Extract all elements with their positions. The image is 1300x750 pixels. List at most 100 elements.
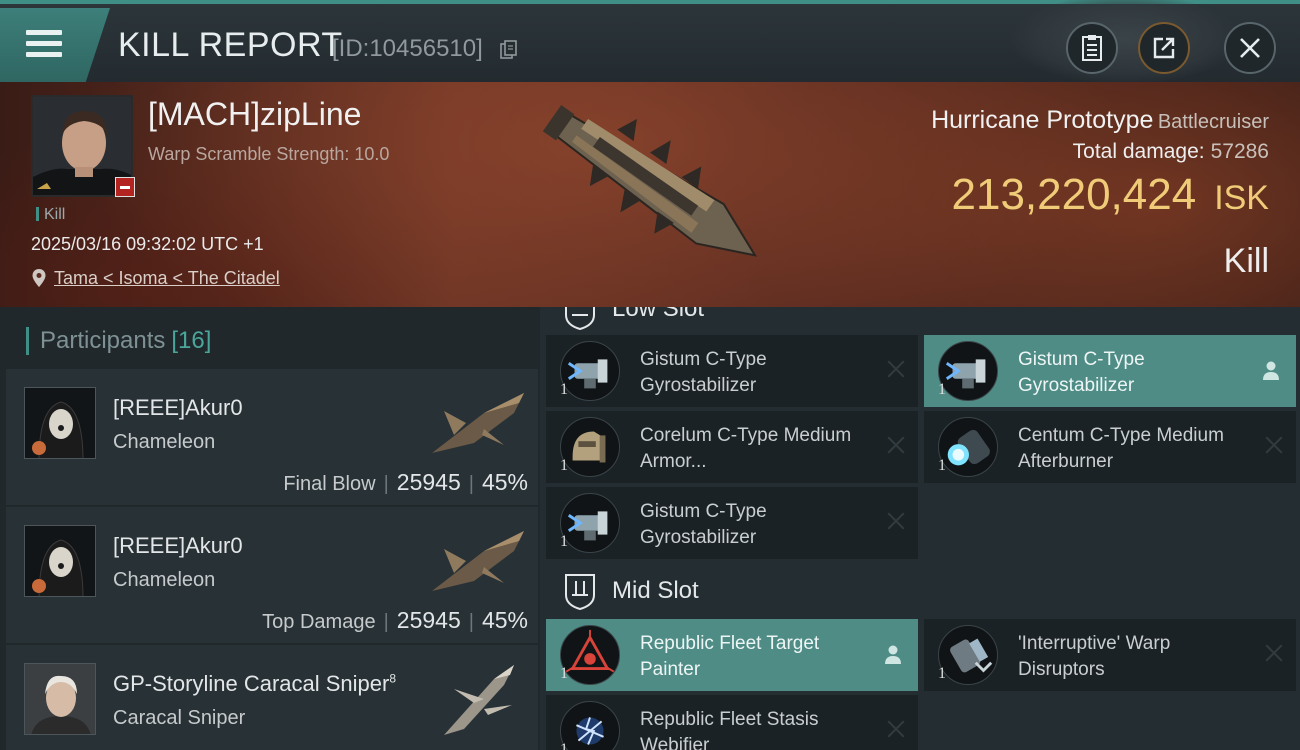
kill-timestamp: 2025/03/16 09:32:02 UTC +1 [31,234,264,254]
isk-amount: 213,220,424 [951,170,1197,219]
mid-slot-icon [565,574,595,611]
isk-value: 213,220,424 ISK [952,170,1270,220]
module-qty: 1 [560,741,568,750]
kill-location-link[interactable]: Tama < Isoma < The Citadel [54,268,280,289]
participant-row[interactable]: [REEE]Akur0 Chameleon Final Blow | 25945 | 4… [6,369,538,505]
module-item[interactable]: 1 Gistum C-Type Gyrostabilizer [546,487,918,559]
module-name: Republic Fleet Stasis Webifier [640,709,819,750]
module-item[interactable]: 1 Corelum C-Type Medium Armor... [546,411,918,483]
participant-tag: Final Blow [283,473,376,495]
total-damage: Total damage: 57286 [1073,140,1269,164]
low-slot-label: Low Slot [612,307,705,322]
participant-ship: Caracal Sniper [113,707,246,729]
module-name: Gistum C-Type Gyrostabilizer [1018,349,1145,396]
victim-subtitle: Warp Scramble Strength: 10.0 [148,144,390,164]
kill-summary: [MACH]zipLine Warp Scramble Strength: 10… [0,82,1300,307]
share-button[interactable] [1138,22,1190,74]
participant-damage: 25945 [396,469,461,495]
avatar [24,387,96,459]
fitting-panel: Low Slot 1 Gistum C-Type Gyrostabilizer … [540,307,1300,750]
warp-disruptor-icon [938,625,998,685]
user-icon [885,645,901,664]
module-item[interactable]: 1 Centum C-Type Medium Afterburner [924,411,1296,483]
module-qty: 1 [938,381,946,398]
remove-icon [886,511,906,531]
header-decoration [1010,0,1240,84]
total-damage-label: Total damage: [1072,140,1205,163]
close-icon [1240,38,1260,58]
participant-stats: Top Damage | 25945 | 45% [262,607,528,633]
module-qty: 1 [560,533,568,550]
participants-title: Participants [16] [26,327,211,355]
participant-row[interactable]: GP-Storyline Caracal Sniper8 Caracal Sni… [6,645,538,750]
low-slot-icon [565,307,595,331]
kill-tag: Kill [36,206,65,224]
module-item-selected[interactable]: 1 Republic Fleet Target Painter [546,619,918,691]
module-name: Corelum C-Type Medium Armor... [640,425,852,472]
isk-unit: ISK [1214,179,1269,217]
participant-ship-image [432,531,524,591]
module-item[interactable]: 1 Gistum C-Type Gyrostabilizer [546,335,918,407]
participant-name[interactable]: GP-Storyline Caracal Sniper8 [113,671,396,697]
gyrostabilizer-icon [560,341,620,401]
module-item-selected[interactable]: 1 Gistum C-Type Gyrostabilizer [924,335,1296,407]
gyrostabilizer-icon [938,341,998,401]
avatar [24,525,96,597]
ship-name: Hurricane Prototype Battlecruiser [931,106,1269,135]
gyrostabilizer-icon [560,493,620,553]
total-damage-value: 57286 [1210,140,1269,163]
ship-type[interactable]: Hurricane Prototype [931,106,1153,134]
stasis-webifier-icon [560,701,620,750]
participant-ship-image [432,393,524,453]
participant-name[interactable]: [REEE]Akur0 [113,533,243,559]
armor-repairer-icon [560,417,620,477]
participant-tag: Top Damage [262,611,376,633]
remove-icon [886,719,906,739]
mid-slot-label: Mid Slot [612,577,699,604]
location-pin-icon [32,269,46,287]
participant-ship: Chameleon [113,431,216,453]
participant-damage: 25945 [396,607,461,633]
module-item[interactable]: 1 Republic Fleet Stasis Webifier [546,695,918,750]
participant-percent: 45% [481,607,528,633]
participant-row[interactable]: [REEE]Akur0 Chameleon Top Damage | 25945 | 4… [6,507,538,643]
remove-icon [886,435,906,455]
participants-panel: Participants [16] [REEE]Akur0 Chameleon F… [0,307,540,750]
module-name: 'Interruptive' Warp Disruptors [1018,633,1171,680]
avatar [24,663,96,735]
clipboard-button[interactable] [1066,22,1118,74]
user-icon [1263,361,1279,380]
participant-stats: Final Blow | 25945 | 45% [283,469,528,495]
module-item[interactable]: 1 'Interruptive' Warp Disruptors [924,619,1296,691]
remove-icon [1264,643,1284,663]
remove-icon [115,177,135,197]
share-icon [1153,37,1175,59]
module-name: Gistum C-Type Gyrostabilizer [640,501,767,548]
remove-icon [1264,435,1284,455]
module-qty: 1 [560,457,568,474]
participant-ship: Chameleon [113,569,216,591]
participant-ship-image [444,665,514,735]
menu-button[interactable] [0,8,110,82]
kill-result: Kill [1223,242,1269,280]
participants-count: [16] [171,327,212,354]
report-id: [ID:10456510] [332,35,483,62]
module-name: Republic Fleet Target Painter [640,633,820,680]
remove-icon [886,359,906,379]
module-name: Gistum C-Type Gyrostabilizer [640,349,767,396]
ship-class: Battlecruiser [1157,111,1269,133]
module-name: Centum C-Type Medium Afterburner [1018,425,1224,472]
module-qty: 1 [938,665,946,682]
module-qty: 1 [938,457,946,474]
participant-percent: 45% [481,469,528,495]
participant-name[interactable]: [REEE]Akur0 [113,395,243,421]
victim-name[interactable]: [MACH]zipLine [148,96,361,133]
target-painter-icon [560,625,620,685]
ship-render [542,105,758,257]
clipboard-icon [1082,35,1102,61]
module-qty: 1 [560,665,568,682]
close-button[interactable] [1224,22,1276,74]
top-bar: KILL REPORT [ID:10456510] [0,0,1300,84]
copy-icon[interactable] [500,40,518,60]
participant-superscript: 8 [389,671,397,686]
